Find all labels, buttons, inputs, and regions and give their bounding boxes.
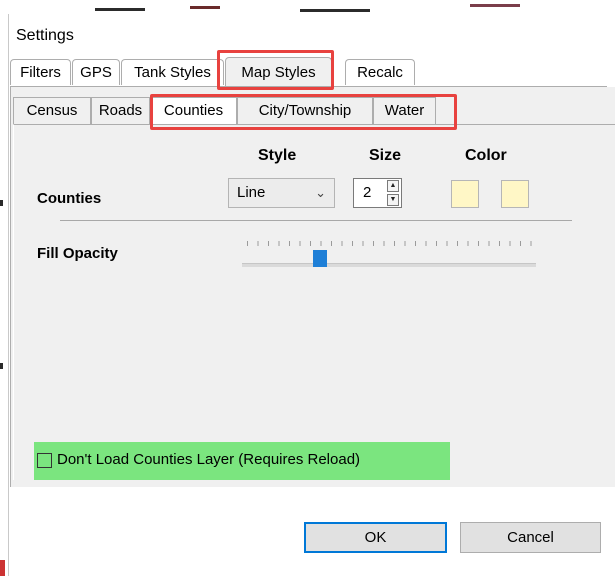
tab-label: Tank Styles xyxy=(134,64,211,81)
size-spinner[interactable]: 2 ▲ ▼ xyxy=(353,178,402,208)
ok-button-label: OK xyxy=(364,529,387,546)
tab-label: Roads xyxy=(98,102,143,119)
tab-gps[interactable]: GPS xyxy=(72,59,120,85)
cancel-button-label: Cancel xyxy=(507,529,554,546)
fill-opacity-label: Fill Opacity xyxy=(37,245,118,262)
background-decoration xyxy=(470,4,520,7)
fill-color-swatch[interactable] xyxy=(501,180,529,208)
style-select-value: Line xyxy=(237,184,266,201)
background-decoration xyxy=(95,8,145,11)
background-decoration xyxy=(0,200,3,206)
highlight-map-styles-tab xyxy=(217,50,334,90)
dont-load-label[interactable]: Don't Load Counties Layer (Requires Relo… xyxy=(57,451,360,468)
tab-label: Recalc xyxy=(357,64,403,81)
cancel-button[interactable]: Cancel xyxy=(460,522,601,553)
tab-filters[interactable]: Filters xyxy=(10,59,71,85)
window-title: Settings xyxy=(16,27,74,44)
background-decoration xyxy=(0,560,5,576)
tab-recalc[interactable]: Recalc xyxy=(345,59,415,85)
size-value: 2 xyxy=(363,184,372,201)
tab-label: Census xyxy=(26,102,78,119)
spin-down-icon[interactable]: ▼ xyxy=(387,194,399,206)
tab-census[interactable]: Census xyxy=(13,97,91,124)
background-decoration xyxy=(300,9,370,12)
ok-button[interactable]: OK xyxy=(304,522,447,553)
spin-up-icon[interactable]: ▲ xyxy=(387,180,399,192)
color-column-header: Color xyxy=(465,147,507,164)
fill-opacity-slider[interactable] xyxy=(242,263,536,267)
style-select[interactable]: Line ⌄ xyxy=(228,178,335,208)
tab-label: GPS xyxy=(80,64,112,81)
counties-row-label: Counties xyxy=(37,190,102,207)
slider-thumb[interactable] xyxy=(312,250,327,267)
tab-tank-styles[interactable]: Tank Styles xyxy=(121,59,224,85)
tab-roads[interactable]: Roads xyxy=(91,97,150,124)
section-divider xyxy=(60,220,572,221)
background-decoration xyxy=(190,6,220,9)
background-decoration xyxy=(0,363,3,369)
chevron-down-icon: ⌄ xyxy=(315,185,326,200)
line-color-swatch[interactable] xyxy=(451,180,479,208)
size-column-header: Size xyxy=(369,147,402,164)
style-column-header: Style xyxy=(258,147,297,164)
highlight-inner-tabs xyxy=(150,94,457,130)
dont-load-checkbox[interactable] xyxy=(37,453,52,468)
tab-label: Filters xyxy=(20,64,61,81)
slider-ticks xyxy=(247,241,537,246)
